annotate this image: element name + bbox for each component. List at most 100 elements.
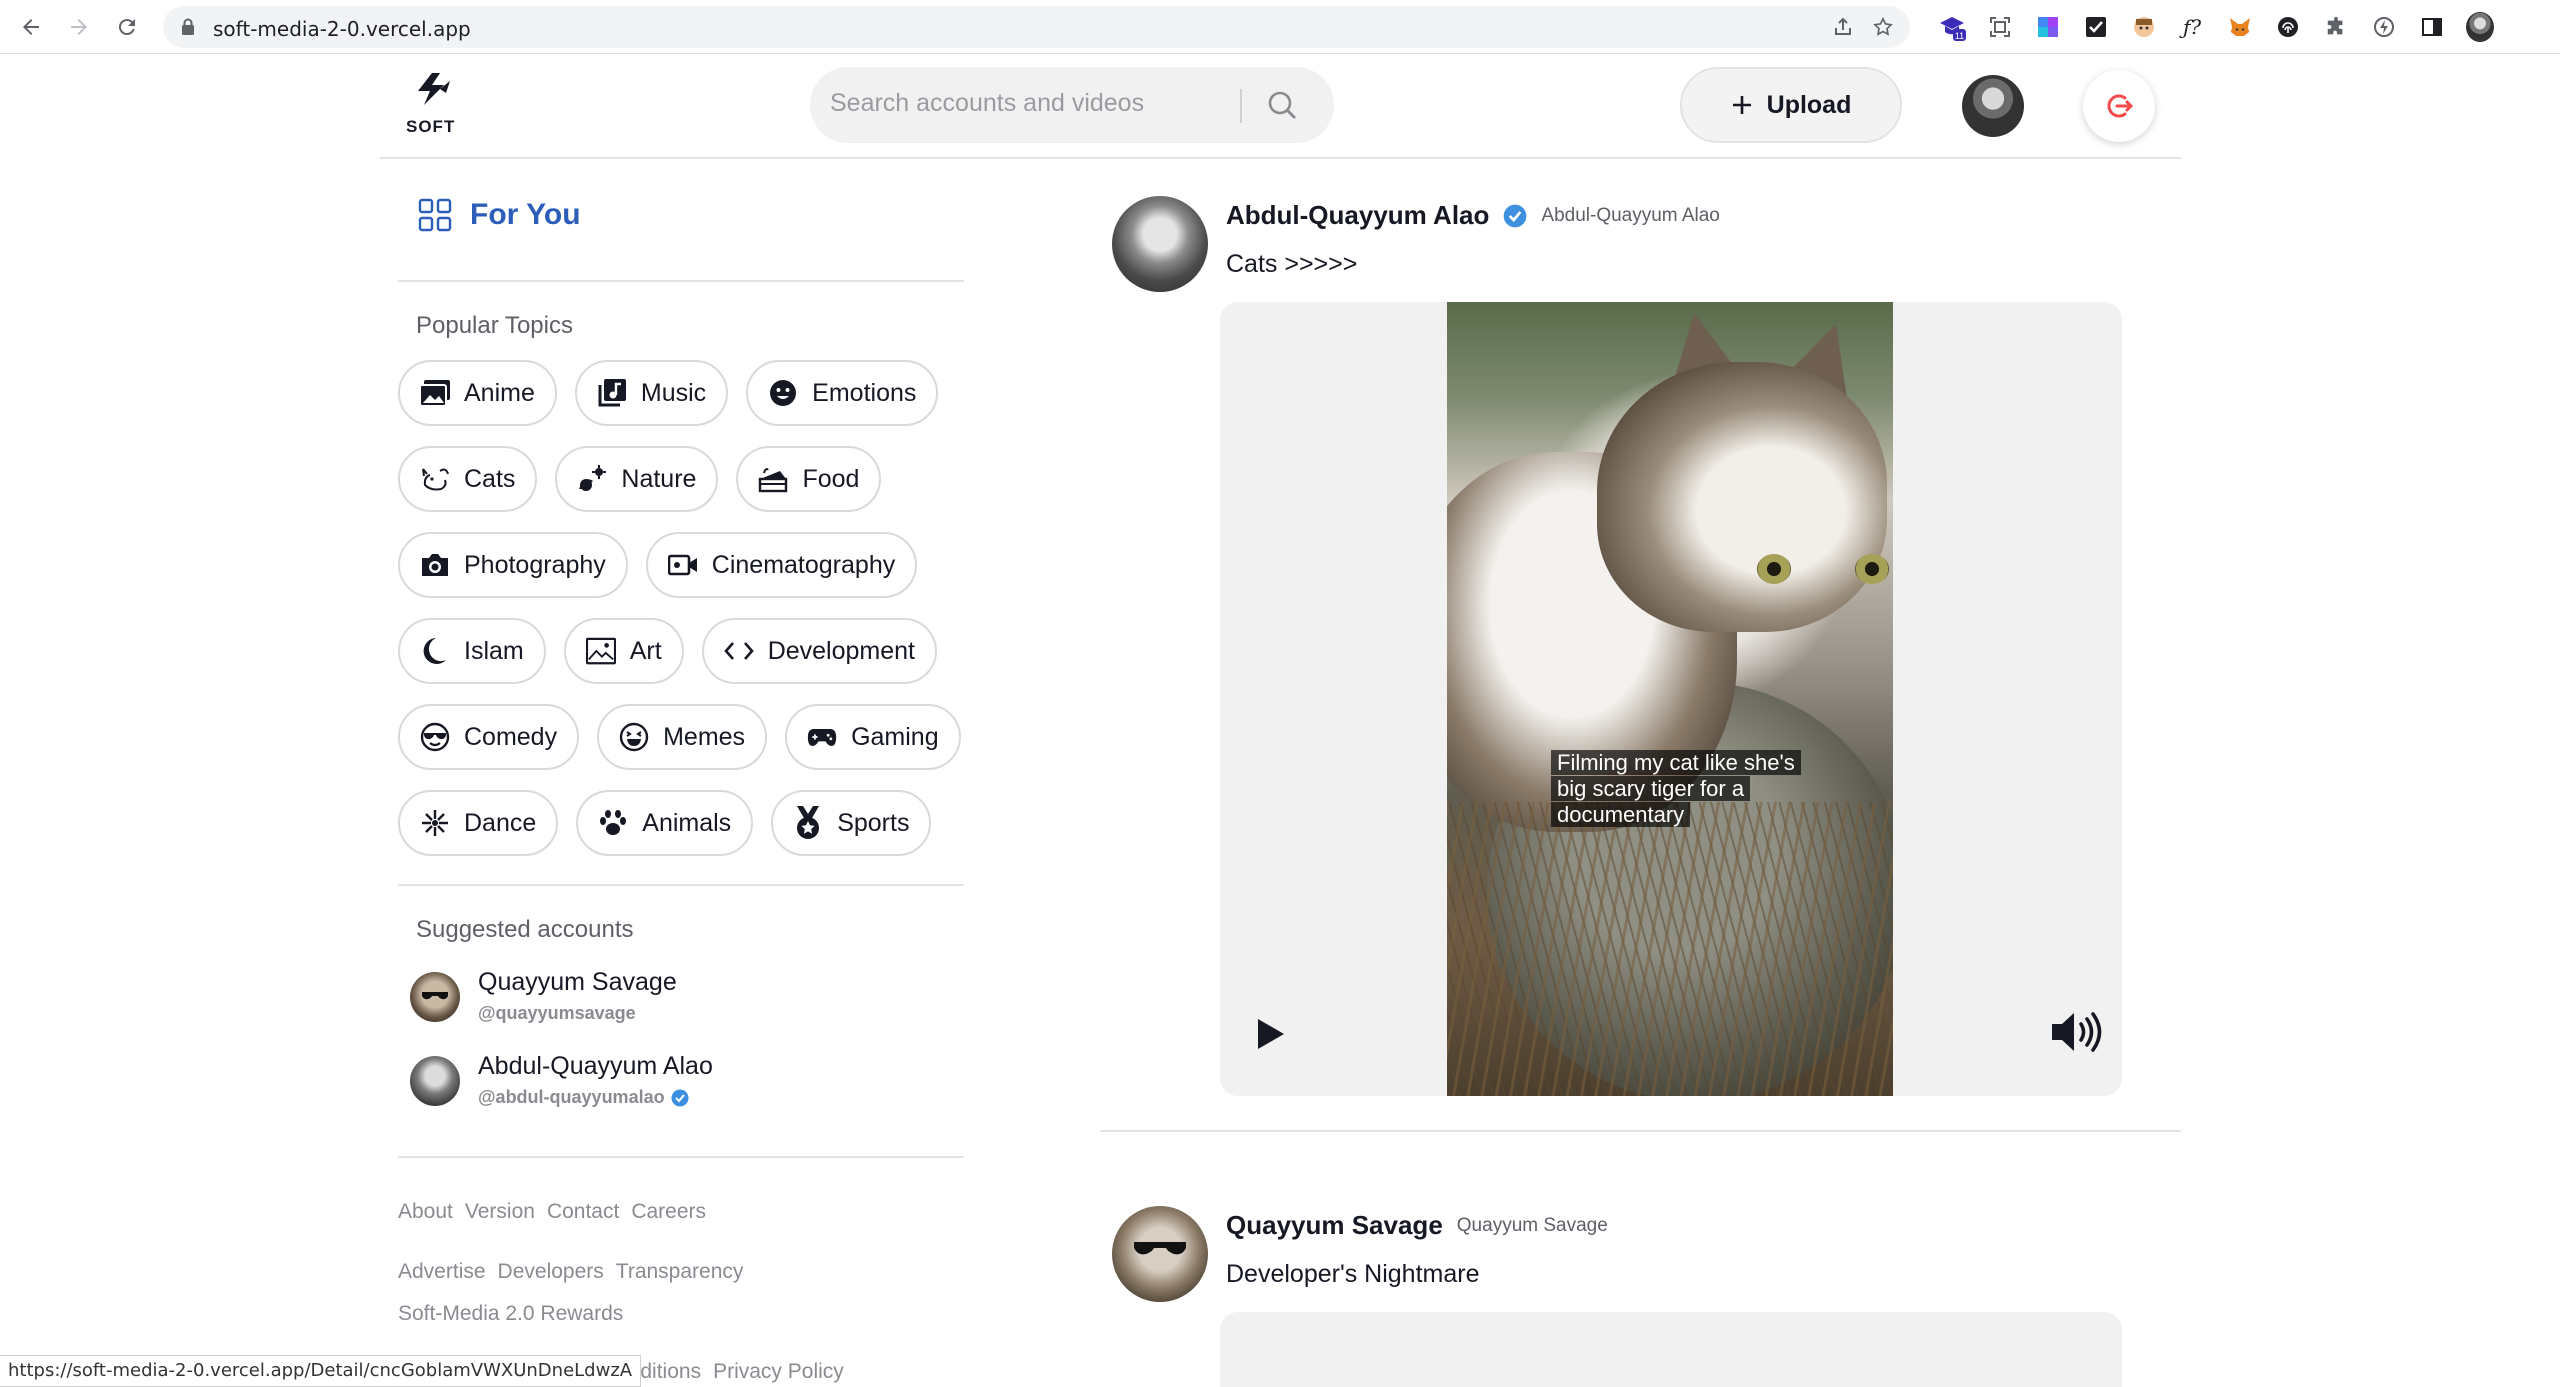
divider	[398, 1156, 964, 1158]
video-subtitle-text: Filming my cat like she's big scary tige…	[1551, 750, 1801, 827]
suggested-accounts-title: Suggested accounts	[416, 916, 634, 943]
topic-row: Islam Art Development	[398, 618, 978, 684]
address-bar[interactable]: soft-media-2-0.vercel.app	[163, 6, 1910, 48]
topic-label: Art	[629, 636, 662, 665]
topic-chip-food[interactable]: Food	[736, 446, 882, 512]
dance-icon	[420, 808, 450, 838]
video-player[interactable]: Filming my cat like she's big scary tige…	[1447, 302, 1893, 1096]
sunglasses-face-icon	[420, 722, 450, 752]
topic-chip-cats[interactable]: Cats	[398, 446, 538, 512]
picture-icon	[585, 636, 616, 666]
topic-chip-cinematography[interactable]: Cinematography	[645, 532, 918, 598]
search-icon	[1268, 91, 1296, 119]
video-card	[1220, 1312, 2122, 1387]
nature-icon	[577, 464, 607, 494]
lightning-extension-icon[interactable]	[2370, 13, 2398, 41]
topic-label: Gaming	[851, 722, 939, 751]
footer-link-about[interactable]: About	[398, 1200, 453, 1224]
video-frame-grass	[1447, 802, 1893, 1096]
search-button[interactable]	[1258, 83, 1306, 127]
side-panel-icon[interactable]	[2418, 13, 2446, 41]
video-frame-cat-head	[1597, 362, 1887, 632]
footer-link-rewards[interactable]: Soft-Media 2.0 Rewards	[398, 1302, 623, 1326]
topic-row: Cats Nature Food	[398, 446, 978, 512]
bookmark-star-icon[interactable]	[1871, 16, 1895, 40]
post-author-name[interactable]: Quayyum Savage	[1226, 1210, 1443, 1241]
forward-icon[interactable]	[64, 12, 94, 42]
color-extension-icon[interactable]	[2034, 13, 2062, 41]
topic-chip-dance[interactable]: Dance	[398, 790, 559, 856]
topic-row: Anime Music Emotions	[398, 360, 978, 426]
code-icon	[723, 636, 754, 666]
post-author-name[interactable]: Abdul-Quayyum Alao	[1226, 200, 1489, 231]
topic-chip-memes[interactable]: Memes	[597, 704, 768, 770]
fox-extension-icon[interactable]	[2226, 13, 2254, 41]
for-you-link[interactable]: For You	[418, 198, 581, 232]
footer-link-version[interactable]: Version	[465, 1200, 535, 1224]
checkbox-extension-icon[interactable]	[2082, 13, 2110, 41]
logout-button[interactable]	[2083, 70, 2155, 142]
graduation-cap-extension-icon[interactable]: 11	[1938, 13, 1966, 41]
reload-icon[interactable]	[112, 12, 142, 42]
footer-link-privacy[interactable]: Privacy Policy	[713, 1360, 844, 1384]
topic-chip-development[interactable]: Development	[701, 618, 937, 684]
divider	[398, 280, 964, 282]
topic-label: Photography	[464, 550, 606, 579]
divider	[398, 884, 964, 886]
topic-chip-emotions[interactable]: Emotions	[746, 360, 939, 426]
back-icon[interactable]	[16, 12, 46, 42]
topic-label: Nature	[621, 464, 697, 493]
topic-chip-islam[interactable]: Islam	[398, 618, 546, 684]
post-author-subname: Quayyum Savage	[1456, 1214, 1608, 1236]
search-input[interactable]	[830, 89, 1230, 118]
share-icon[interactable]	[1831, 16, 1855, 40]
user-avatar[interactable]	[1962, 75, 2024, 137]
topic-chip-photography[interactable]: Photography	[398, 532, 628, 598]
topic-chip-nature[interactable]: Nature	[555, 446, 719, 512]
play-icon	[1258, 1019, 1284, 1049]
avatar-extension-icon[interactable]	[2130, 13, 2158, 41]
post-avatar[interactable]	[1112, 196, 1208, 292]
camera-icon	[420, 550, 450, 580]
volume-button[interactable]	[2048, 1006, 2104, 1058]
lock-icon[interactable]	[181, 18, 195, 36]
footer-link-developers[interactable]: Developers	[498, 1260, 604, 1284]
topic-chip-anime[interactable]: Anime	[398, 360, 557, 426]
suggested-account[interactable]: Abdul-Quayyum Alao @abdul-quayyumalao	[410, 1052, 713, 1108]
popular-topics-title: Popular Topics	[416, 312, 573, 339]
topic-label: Animals	[642, 808, 732, 837]
topic-chip-music[interactable]: Music	[574, 360, 729, 426]
function-extension-icon[interactable]: ƒ?	[2178, 13, 2206, 41]
topic-chip-sports[interactable]: Sports	[771, 790, 932, 856]
topic-row: Dance Animals Sports	[398, 790, 978, 856]
browser-toolbar: soft-media-2-0.vercel.app 11 ƒ?	[0, 0, 2560, 54]
topic-label: Memes	[663, 722, 746, 751]
fingerprint-extension-icon[interactable]	[2274, 13, 2302, 41]
footer-link-transparency[interactable]: Transparency	[616, 1260, 744, 1284]
soft-logo-icon	[418, 73, 450, 105]
verified-badge-icon	[671, 1089, 689, 1106]
footer-link-careers[interactable]: Careers	[631, 1200, 706, 1224]
app-header: SOFT Upload	[380, 55, 2181, 159]
post-caption: Cats >>>>>	[1226, 250, 1358, 278]
search-bar	[810, 67, 1334, 143]
footer-link-contact[interactable]: Contact	[547, 1200, 619, 1224]
play-button[interactable]	[1250, 1014, 1290, 1054]
topic-label: Cinematography	[711, 550, 896, 579]
post-avatar[interactable]	[1112, 1206, 1208, 1302]
footer-link-advertise[interactable]: Advertise	[398, 1260, 486, 1284]
upload-button[interactable]: Upload	[1680, 67, 1902, 143]
puzzle-extensions-icon[interactable]	[2322, 13, 2350, 41]
account-handle: @abdul-quayyumalao	[478, 1087, 665, 1107]
topic-chip-comedy[interactable]: Comedy	[398, 704, 580, 770]
upload-label: Upload	[1766, 90, 1852, 119]
profile-avatar-icon[interactable]	[2466, 12, 2494, 42]
topic-chip-gaming[interactable]: Gaming	[785, 704, 961, 770]
topic-chip-art[interactable]: Art	[563, 618, 684, 684]
screen-capture-icon[interactable]	[1986, 13, 2014, 41]
extension-badge: 11	[1955, 31, 1964, 41]
crescent-star-icon	[420, 636, 450, 666]
suggested-account[interactable]: Quayyum Savage @quayyumsavage	[410, 968, 677, 1024]
topic-chip-animals[interactable]: Animals	[576, 790, 754, 856]
medal-icon	[793, 806, 823, 839]
